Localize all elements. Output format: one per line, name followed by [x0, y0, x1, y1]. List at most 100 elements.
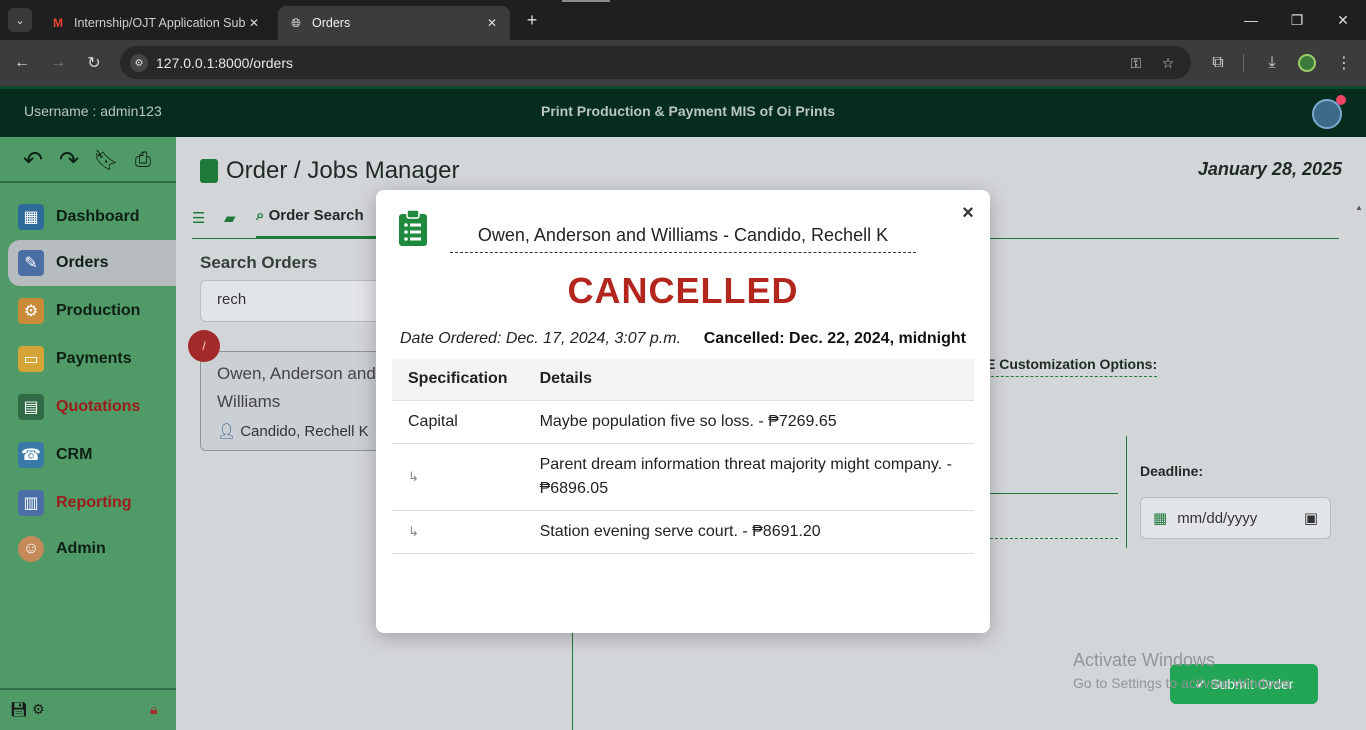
date-ordered: Date Ordered: Dec. 17, 2024, 3:07 p.m. — [400, 330, 682, 347]
clipboard-list-icon — [399, 210, 427, 246]
order-company: Owen, Anderson and Williams — [217, 364, 376, 411]
page-title: Order / Jobs Manager — [200, 157, 459, 185]
sub-item-arrow-icon: ↳ — [392, 443, 524, 511]
user-avatar-icon[interactable] — [1312, 95, 1346, 129]
sidebar-item-label: Dashboard — [56, 208, 140, 225]
tab-title: Internship/OJT Application Subi — [74, 16, 246, 30]
order-result-card[interactable]: Owen, Anderson and Williams 👤︎ Candido, … — [200, 351, 400, 451]
address-bar[interactable]: ⚙ 127.0.0.1:8000/orders ⚿ ☆ — [120, 46, 1191, 79]
app-title: Print Production & Payment MIS of Oi Pri… — [540, 103, 836, 119]
sidebar-item-payments[interactable]: ▭ Payments — [8, 336, 176, 382]
bookmark-icon[interactable]: 🔖︎ — [93, 147, 119, 173]
sidebar-item-label: Production — [56, 302, 141, 319]
tab-search-chevron-icon[interactable]: ⌄ — [8, 8, 32, 32]
order-client: Candido, Rechell K — [240, 423, 369, 440]
browser-tab-strip: ⌄ M Internship/OJT Application Subi ✕ 🌐︎… — [0, 0, 1366, 40]
back-arrow-icon[interactable]: ← — [10, 51, 34, 75]
browser-menu-icon[interactable]: ⋮ — [1332, 51, 1356, 75]
password-key-icon[interactable]: ⚿ — [1126, 54, 1146, 72]
close-tab-icon[interactable]: ✕ — [246, 16, 262, 30]
details-cell: Maybe population five so loss. - ₱7269.6… — [523, 400, 974, 444]
status-badge: / — [188, 330, 220, 362]
calendar-icon: ▦ — [1153, 510, 1168, 527]
redo-icon[interactable]: ↷ — [56, 147, 82, 174]
production-icon: ⚙ — [18, 298, 44, 324]
modal-heading: Owen, Anderson and Williams - Candido, R… — [450, 225, 916, 253]
site-info-icon[interactable]: ⚙ — [130, 54, 148, 72]
date-cancelled: Cancelled: Dec. 22, 2024, midnight — [703, 330, 966, 347]
current-date: January 28, 2025 — [1197, 159, 1342, 179]
restore-icon[interactable]: ❐ — [1274, 8, 1320, 32]
extensions-puzzle-icon[interactable]: ⧉ — [1206, 51, 1230, 75]
deadline-date-input[interactable]: ▦ mm/dd/yyyy ▣ — [1140, 497, 1331, 539]
print-icon[interactable]: ⎙ — [130, 147, 156, 173]
search-input[interactable]: rech — [200, 280, 400, 322]
tab-title: Orders — [312, 16, 351, 30]
quotations-icon: ▤ — [18, 394, 44, 420]
sidebar-footer: 💾︎ ⚙ 🔒︎ — [0, 688, 176, 730]
deadline-placeholder: mm/dd/yyyy — [1177, 509, 1258, 527]
settings-icon[interactable]: ⚙ — [32, 701, 45, 718]
lock-icon[interactable]: 🔒︎ — [150, 701, 157, 718]
save-icon[interactable]: 💾︎ — [10, 701, 28, 718]
sub-item-arrow-icon: ↳ — [392, 510, 524, 554]
profile-extension-icon[interactable] — [1295, 51, 1319, 75]
tab-strip-accent — [562, 0, 610, 2]
dashboard-icon: ▦ — [18, 204, 44, 230]
details-cell: Parent dream information threat majority… — [523, 443, 974, 511]
table-row: Capital Maybe population five so loss. -… — [392, 400, 974, 444]
sidebar-item-crm[interactable]: ☎ CRM — [8, 432, 176, 478]
close-window-icon[interactable]: ✕ — [1320, 8, 1366, 32]
sidebar-item-orders[interactable]: ✎ Orders — [8, 240, 176, 286]
close-modal-icon[interactable]: × — [960, 202, 976, 224]
sidebar: ↶ ↷ 🔖︎ ⎙ ▦ Dashboard ✎ Orders ⚙ Producti… — [0, 137, 176, 730]
divider — [1126, 436, 1127, 548]
sidebar-quick-actions: ↶ ↷ 🔖︎ ⎙ — [0, 137, 176, 183]
sidebar-item-label: Orders — [56, 254, 109, 271]
undo-icon[interactable]: ↶ — [20, 147, 46, 174]
new-tab-plus-icon[interactable]: + — [520, 8, 544, 32]
reporting-icon: ▥ — [18, 490, 44, 516]
browser-tab-internship[interactable]: M Internship/OJT Application Subi ✕ — [40, 6, 272, 40]
tab-order-search[interactable]: ⌕ Order Search — [256, 205, 396, 239]
scrollbar[interactable]: ▲ — [1352, 203, 1366, 730]
date-picker-icon[interactable]: ▣ — [1304, 509, 1318, 527]
specification-table: Specification Details Capital Maybe popu… — [392, 359, 974, 554]
reload-icon[interactable]: ↻ — [82, 51, 106, 75]
column-header: Specification — [392, 359, 524, 401]
list-icon[interactable]: ☰ — [192, 209, 205, 227]
table-row: ↳ Station evening serve court. - ₱8691.2… — [392, 510, 974, 554]
divider — [990, 493, 1118, 494]
table-header-row: Specification Details — [392, 359, 974, 401]
crm-icon: ☎ — [18, 442, 44, 468]
toolbar-separator — [1243, 54, 1244, 72]
minimize-icon[interactable]: — — [1228, 8, 1274, 32]
sidebar-item-production[interactable]: ⚙ Production — [8, 288, 176, 334]
sidebar-item-admin[interactable]: ☺ Admin — [8, 526, 176, 572]
archive-icon[interactable]: ▰ — [224, 209, 236, 227]
sidebar-item-quotations[interactable]: ▤ Quotations — [8, 384, 176, 430]
gmail-icon: M — [53, 16, 63, 30]
bookmark-star-icon[interactable]: ☆ — [1158, 54, 1178, 72]
order-details-modal: × Owen, Anderson and Williams - Candido,… — [376, 190, 990, 633]
url-text: 127.0.0.1:8000/orders — [156, 54, 293, 71]
search-icon: ⌕ — [256, 207, 265, 224]
watermark-line-1: Activate Windows — [1073, 650, 1216, 670]
admin-icon: ☺ — [18, 536, 44, 562]
sidebar-item-dashboard[interactable]: ▦ Dashboard — [8, 194, 176, 240]
sidebar-item-label: Quotations — [56, 398, 141, 415]
forward-arrow-icon[interactable]: → — [46, 51, 70, 75]
spec-cell: Capital — [392, 400, 524, 444]
windows-activation-watermark: Activate Windows Go to Settings to activ… — [1073, 650, 1294, 691]
browser-tab-orders[interactable]: 🌐︎ Orders ✕ — [278, 6, 510, 40]
details-cell: Station evening serve court. - ₱8691.20 — [523, 510, 974, 554]
close-tab-icon[interactable]: ✕ — [484, 16, 500, 30]
sidebar-item-label: Admin — [56, 540, 106, 557]
customization-options-label: E Customization Options: — [986, 356, 1158, 377]
person-icon: 👤︎ — [217, 423, 237, 440]
scroll-up-icon[interactable]: ▲ — [1355, 203, 1363, 212]
download-icon[interactable]: ⤓ — [1260, 51, 1284, 75]
sidebar-item-reporting[interactable]: ▥ Reporting — [8, 480, 176, 526]
sidebar-item-label: CRM — [56, 446, 93, 463]
watermark-line-2: Go to Settings to activate Windows. — [1073, 675, 1294, 691]
